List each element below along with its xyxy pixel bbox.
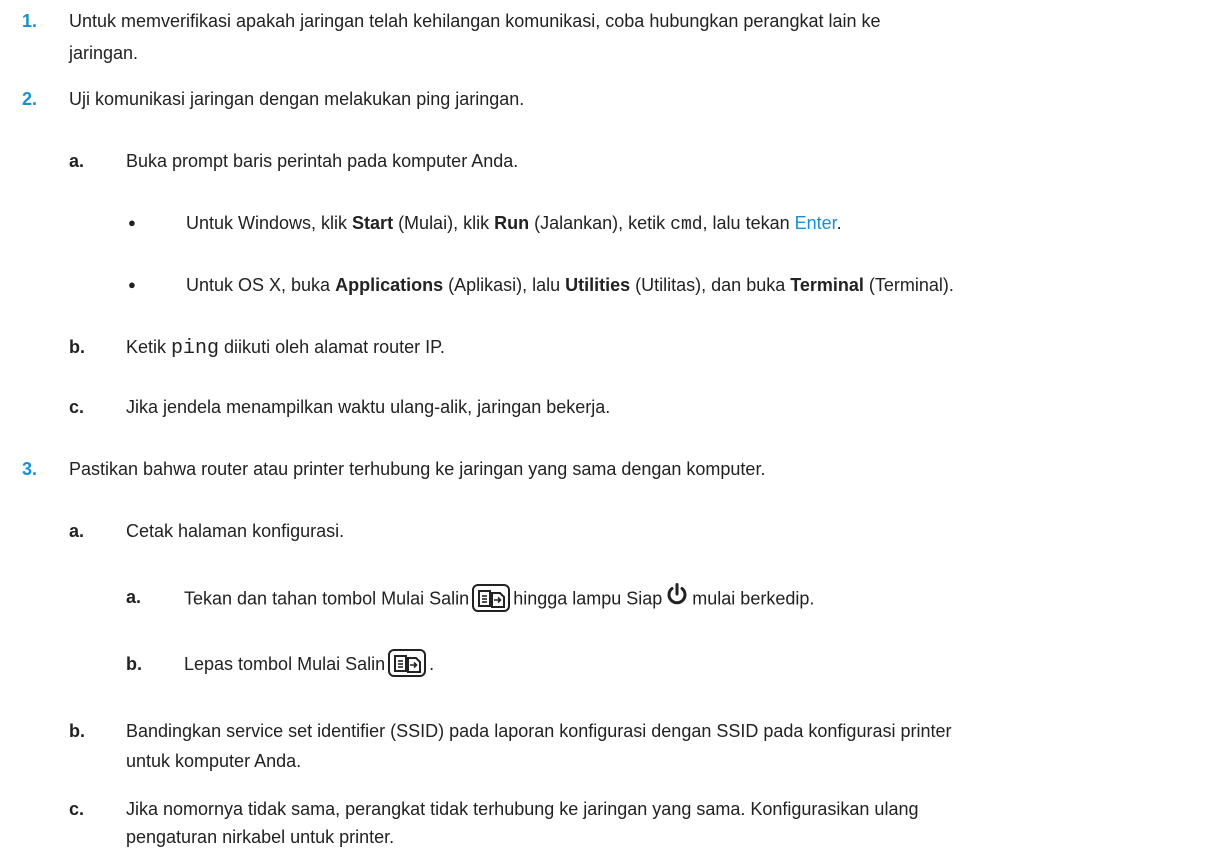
bullet-text: Untuk Windows, klik Start (Mulai), klik … bbox=[186, 213, 842, 235]
copy-start-icon bbox=[472, 583, 511, 612]
step-text: Pastikan bahwa router atau printer terhu… bbox=[69, 459, 766, 479]
bullet-icon: ● bbox=[128, 277, 136, 292]
substep-text: Jika nomornya tidak sama, perangkat tida… bbox=[126, 799, 919, 819]
power-ready-icon bbox=[665, 582, 689, 613]
substep-letter: c. bbox=[69, 799, 85, 819]
subsubstep-letter: a. bbox=[126, 587, 142, 607]
substep-letter: a. bbox=[69, 151, 85, 171]
step-text: jaringan. bbox=[69, 43, 139, 63]
step-number: 1. bbox=[22, 11, 38, 31]
substep-letter: b. bbox=[69, 337, 85, 357]
step-number: 2. bbox=[22, 89, 38, 109]
substep-letter: b. bbox=[69, 721, 85, 741]
utilities-term: Utilities bbox=[565, 275, 631, 295]
step-text: Untuk memverifikasi apakah jaringan tela… bbox=[69, 11, 881, 31]
subsubstep-text: Lepas tombol Mulai Salin. bbox=[184, 649, 434, 679]
enter-link[interactable]: Enter bbox=[795, 213, 837, 233]
subsubstep-letter: b. bbox=[126, 654, 142, 674]
step-number: 3. bbox=[22, 459, 38, 479]
substep-letter: c. bbox=[69, 397, 85, 417]
step-text: Uji komunikasi jaringan dengan melakukan… bbox=[69, 89, 525, 109]
substep-text: Jika jendela menampilkan waktu ulang-ali… bbox=[126, 397, 611, 417]
bullet-icon: ● bbox=[128, 215, 136, 230]
substep-text: Ketik ping diikuti oleh alamat router IP… bbox=[126, 337, 445, 360]
substep-text: Bandingkan service set identifier (SSID)… bbox=[126, 721, 952, 741]
substep-text: Cetak halaman konfigurasi. bbox=[126, 521, 345, 541]
substep-text: untuk komputer Anda. bbox=[126, 751, 302, 771]
substep-text: Buka prompt baris perintah pada komputer… bbox=[126, 151, 519, 171]
copy-start-icon bbox=[388, 649, 427, 678]
subsubstep-text: Tekan dan tahan tombol Mulai Salin hingga… bbox=[184, 582, 814, 615]
run-term: Run bbox=[494, 213, 530, 233]
applications-term: Applications bbox=[335, 275, 444, 295]
cmd-term: cmd bbox=[670, 215, 703, 235]
bullet-text: Untuk OS X, buka Applications (Aplikasi)… bbox=[186, 275, 954, 295]
ping-term: ping bbox=[171, 337, 220, 360]
substep-text: pengaturan nirkabel untuk printer. bbox=[126, 827, 395, 847]
start-term: Start bbox=[352, 213, 394, 233]
terminal-term: Terminal bbox=[790, 275, 864, 295]
substep-letter: a. bbox=[69, 521, 85, 541]
